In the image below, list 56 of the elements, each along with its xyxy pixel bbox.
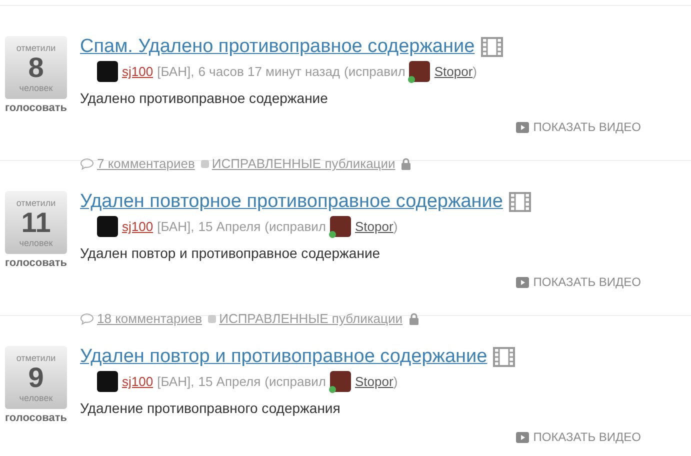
vote-unit: человек: [19, 82, 53, 92]
author-link[interactable]: sj100: [122, 64, 154, 79]
comments-link[interactable]: 7 комментариев: [80, 156, 195, 171]
vote-unit: человек: [19, 238, 53, 248]
post-text: Удалено противоправное содержание: [80, 90, 329, 106]
avatar: [97, 371, 118, 392]
vote-link[interactable]: голосовать: [4, 412, 68, 424]
avatar: [97, 61, 118, 82]
square-icon: [208, 314, 216, 322]
paren: ): [393, 219, 398, 234]
paren: ): [393, 374, 398, 389]
category-link[interactable]: ИСПРАВЛЕННЫЕ публикации: [208, 311, 403, 326]
film-icon: [508, 192, 531, 212]
post-title[interactable]: Удален повтор и противоправное содержание: [80, 346, 488, 368]
edited-by-label: (исправил: [264, 374, 326, 389]
editor-link[interactable]: Stopor: [355, 374, 394, 389]
speech-bubble-icon: [80, 312, 94, 324]
film-icon: [480, 37, 503, 57]
author-link[interactable]: sj100: [122, 219, 154, 234]
vote-link[interactable]: голосовать: [4, 102, 68, 114]
paren: ): [472, 64, 478, 79]
editor-link[interactable]: Stopor: [434, 64, 473, 79]
speech-bubble-icon: [80, 158, 94, 170]
vote-label: отметили: [16, 42, 56, 52]
post-date: 15 Апреля: [198, 374, 261, 389]
film-icon: [493, 347, 516, 367]
author-tag: [БАН],: [157, 64, 194, 79]
vote-count: 9: [28, 362, 44, 392]
post-title[interactable]: Спам. Удалено противоправное содержание: [80, 36, 475, 58]
play-icon: [516, 276, 530, 288]
edited-by-label: (исправил: [264, 219, 326, 234]
vote-label: отметили: [16, 198, 56, 208]
play-icon: [516, 432, 530, 442]
edited-by-label: (исправил: [344, 64, 406, 79]
post-date: 6 часов 17 минут назад: [198, 64, 340, 79]
post-date: 15 Апреля: [198, 219, 261, 234]
comments-link[interactable]: 18 комментариев: [80, 311, 202, 326]
avatar: [97, 216, 118, 237]
show-video-link[interactable]: ПОКАЗАТЬ ВИДЕО: [516, 275, 641, 289]
vote-count: 11: [21, 208, 51, 238]
editor-link[interactable]: Stopor: [355, 219, 394, 234]
post-text: Удаление противоправного содержания: [80, 400, 342, 416]
play-icon: [516, 122, 530, 132]
author-tag: [БАН],: [157, 374, 194, 389]
author-link[interactable]: sj100: [122, 374, 154, 389]
show-video-link[interactable]: ПОКАЗАТЬ ВИДЕО: [516, 120, 641, 134]
vote-label: отметили: [16, 352, 56, 362]
show-video-link[interactable]: ПОКАЗАТЬ ВИДЕО: [516, 430, 641, 444]
category-link[interactable]: ИСПРАВЛЕННЫЕ публикации: [200, 156, 396, 171]
square-icon: [200, 160, 209, 168]
vote-unit: человек: [19, 392, 53, 402]
vote-count: 8: [28, 52, 44, 82]
vote-link[interactable]: голосовать: [4, 257, 68, 269]
author-tag: [БАН],: [157, 219, 194, 234]
post-title[interactable]: Удален повторное противоправное содержание: [80, 191, 503, 213]
post-text: Удален повтор и противоправное содержание: [80, 245, 382, 261]
